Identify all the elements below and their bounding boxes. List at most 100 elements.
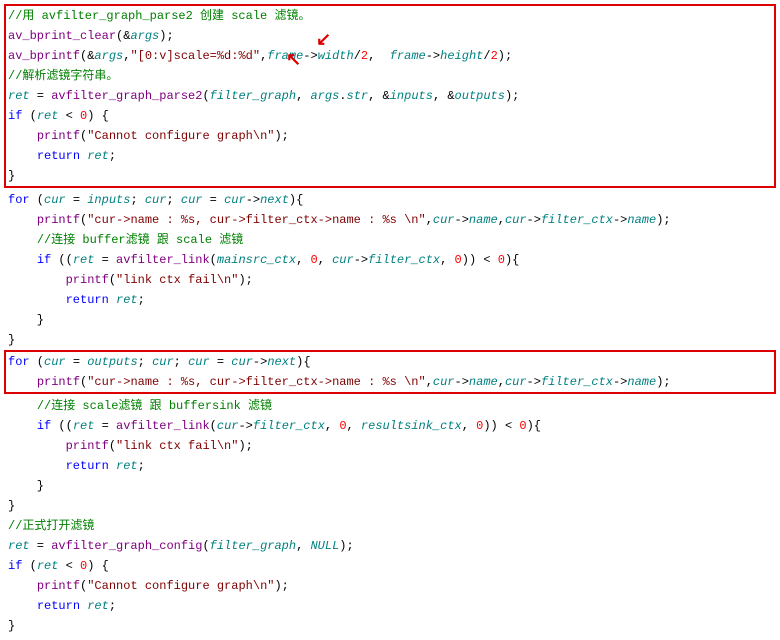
code-var: cur <box>231 355 253 369</box>
code-block-mid2: //连接 scale滤镜 跟 buffersink 滤镜 if ((ret = … <box>4 396 776 516</box>
code-keyword: for <box>8 355 30 369</box>
code-comment: //连接 buffer滤镜 跟 scale 滤镜 <box>37 233 243 247</box>
code-var: height <box>440 49 483 63</box>
code-comment: //解析滤镜字符串。 <box>8 69 118 83</box>
code-var: inputs <box>390 89 433 103</box>
code-var: cur <box>44 193 66 207</box>
code-string: "link ctx fail\n" <box>116 439 238 453</box>
code-string: "Cannot configure graph\n" <box>87 129 274 143</box>
code-block-1: //用 avfilter_graph_parse2 创建 scale 滤镜。 a… <box>8 6 772 186</box>
code-var: width <box>318 49 354 63</box>
code-var: next <box>260 193 289 207</box>
code-var: filter_ctx <box>541 213 613 227</box>
code-string: "link ctx fail\n" <box>116 273 238 287</box>
code-var: cur <box>145 193 167 207</box>
arrow-icon: ↖ <box>286 56 301 66</box>
code-func: printf <box>37 213 80 227</box>
code-comment: //正式打开滤镜 <box>8 519 94 533</box>
code-var: args <box>130 29 159 43</box>
code-var: mainsrc_ctx <box>217 253 296 267</box>
code-func: avfilter_link <box>116 419 210 433</box>
code-var: ret <box>73 253 95 267</box>
code-keyword: if <box>37 419 51 433</box>
code-func: printf <box>66 439 109 453</box>
code-var: outputs <box>455 89 505 103</box>
code-var: cur <box>505 375 527 389</box>
code-var: name <box>469 213 498 227</box>
code-var: cur <box>217 419 239 433</box>
code-string: "cur->name : %s, cur->filter_ctx->name :… <box>87 213 425 227</box>
highlight-box-1: ↙ ↖ //用 avfilter_graph_parse2 创建 scale 滤… <box>4 4 776 188</box>
code-block-tail: //正式打开滤镜 ret = avfilter_graph_config(fil… <box>4 516 776 636</box>
code-comment: //用 avfilter_graph_parse2 创建 scale 滤镜。 <box>8 9 310 23</box>
code-var: frame <box>390 49 426 63</box>
code-var: filter_ctx <box>253 419 325 433</box>
code-var: cur <box>433 213 455 227</box>
code-func: printf <box>66 273 109 287</box>
code-var: args <box>310 89 339 103</box>
code-var: cur <box>44 355 66 369</box>
code-var: cur <box>332 253 354 267</box>
code-number: 0 <box>476 419 483 433</box>
code-var: resultsink_ctx <box>361 419 462 433</box>
code-string: "[0:v]scale=%d:%d" <box>130 49 260 63</box>
code-var: cur <box>152 355 174 369</box>
code-var: ret <box>87 149 109 163</box>
code-keyword: return <box>66 459 109 473</box>
code-keyword: if <box>8 109 22 123</box>
code-number: 0 <box>498 253 505 267</box>
code-var: ret <box>116 293 138 307</box>
code-var: cur <box>505 213 527 227</box>
code-func: printf <box>37 129 80 143</box>
code-var: NULL <box>310 539 339 553</box>
code-var: filter_ctx <box>541 375 613 389</box>
code-number: 0 <box>519 419 526 433</box>
code-number: 0 <box>311 253 318 267</box>
code-var: cur <box>224 193 246 207</box>
code-number: 0 <box>80 559 87 573</box>
code-keyword: for <box>8 193 30 207</box>
code-var: ret <box>37 109 59 123</box>
code-var: name <box>469 375 498 389</box>
code-var: name <box>627 213 656 227</box>
arrow-icon: ↙ <box>316 36 331 46</box>
code-var: filter_ctx <box>368 253 440 267</box>
code-string: "Cannot configure graph\n" <box>87 579 274 593</box>
code-func: avfilter_graph_config <box>51 539 202 553</box>
code-var: outputs <box>87 355 137 369</box>
code-func: printf <box>37 579 80 593</box>
code-number: 0 <box>80 109 87 123</box>
code-var: ret <box>8 539 30 553</box>
code-func: printf <box>37 375 80 389</box>
code-var: cur <box>181 193 203 207</box>
code-var: ret <box>73 419 95 433</box>
code-var: next <box>267 355 296 369</box>
code-func: av_bprintf <box>8 49 80 63</box>
highlight-box-2: for (cur = outputs; cur; cur = cur->next… <box>4 350 776 394</box>
code-keyword: return <box>66 293 109 307</box>
code-var: filter_graph <box>210 539 296 553</box>
code-keyword: return <box>37 599 80 613</box>
code-var: ret <box>116 459 138 473</box>
code-block-mid1: for (cur = inputs; cur; cur = cur->next)… <box>4 190 776 350</box>
code-var: args <box>94 49 123 63</box>
code-number: 0 <box>339 419 346 433</box>
code-keyword: if <box>37 253 51 267</box>
code-string: "cur->name : %s, cur->filter_ctx->name :… <box>87 375 425 389</box>
code-var: inputs <box>87 193 130 207</box>
code-var: cur <box>433 375 455 389</box>
code-var: ret <box>37 559 59 573</box>
code-block-2: for (cur = outputs; cur; cur = cur->next… <box>8 352 772 392</box>
code-var: ret <box>87 599 109 613</box>
code-keyword: if <box>8 559 22 573</box>
code-keyword: return <box>37 149 80 163</box>
code-var: name <box>627 375 656 389</box>
code-func: av_bprint_clear <box>8 29 116 43</box>
code-number: 0 <box>455 253 462 267</box>
code-func: avfilter_link <box>116 253 210 267</box>
code-var: cur <box>188 355 210 369</box>
code-comment: //连接 scale滤镜 跟 buffersink 滤镜 <box>37 399 272 413</box>
code-func: avfilter_graph_parse2 <box>51 89 202 103</box>
code-var: str <box>347 89 369 103</box>
code-var: filter_graph <box>210 89 296 103</box>
